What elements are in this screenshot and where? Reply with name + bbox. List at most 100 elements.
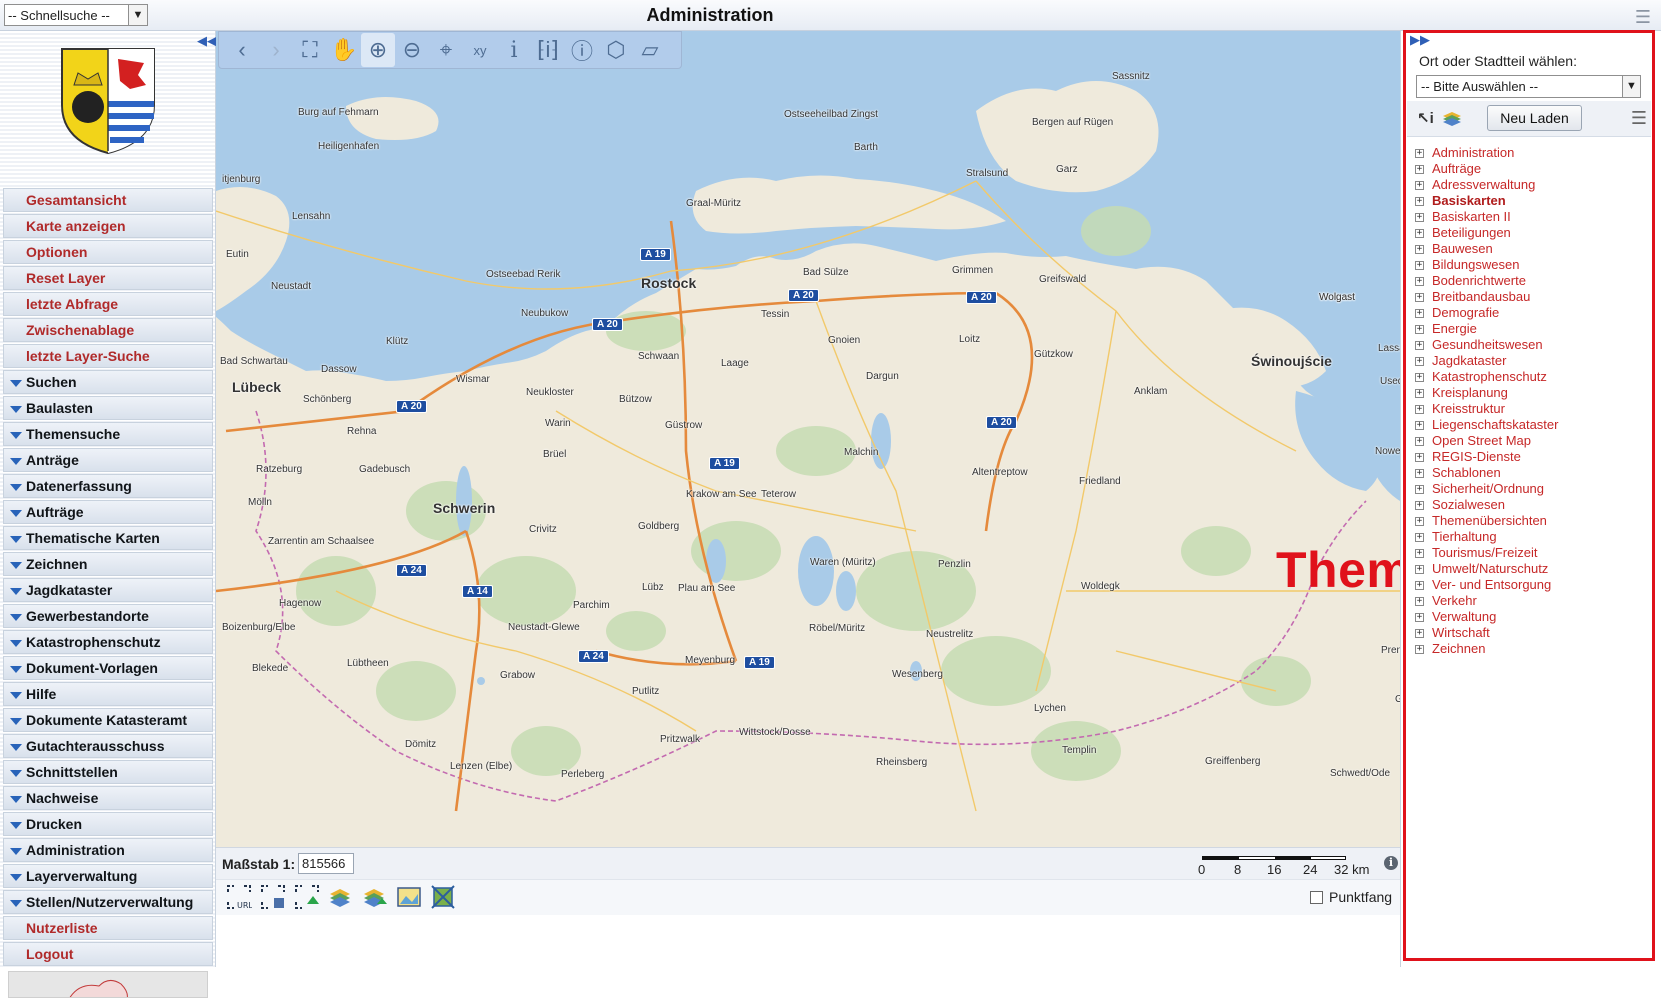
expand-plus-icon[interactable]: + — [1415, 564, 1424, 574]
frame-load-icon[interactable] — [294, 884, 320, 910]
tree-item-label[interactable]: Ver- und Entsorgung — [1432, 577, 1551, 593]
tree-item-label[interactable]: Administration — [1432, 145, 1514, 161]
hamburger-menu-icon[interactable]: ☰ — [1635, 7, 1651, 28]
nav-item[interactable]: Katastrophenschutz — [3, 630, 213, 654]
nav-item[interactable]: Gewerbestandorte — [3, 604, 213, 628]
expand-plus-icon[interactable]: + — [1415, 628, 1424, 638]
tree-item-label[interactable]: REGIS-Dienste — [1432, 449, 1521, 465]
nav-item[interactable]: Stellen/Nutzerverwaltung — [3, 890, 213, 914]
expand-plus-icon[interactable]: + — [1415, 484, 1424, 494]
expand-plus-icon[interactable]: + — [1415, 212, 1424, 222]
extent-icon[interactable] — [430, 884, 456, 910]
nav-item[interactable]: letzte Abfrage — [3, 292, 213, 316]
expand-plus-icon[interactable]: + — [1415, 612, 1424, 622]
nav-item[interactable]: Dokumente Katasteramt — [3, 708, 213, 732]
map-canvas[interactable] — [216, 31, 1400, 847]
tree-item-label[interactable]: Adressverwaltung — [1432, 177, 1535, 193]
tree-item-label[interactable]: Breitbandausbau — [1432, 289, 1530, 305]
nav-item[interactable]: Gutachterausschuss — [3, 734, 213, 758]
punktfang-checkbox[interactable]: Punktfang — [1310, 889, 1392, 905]
nav-item[interactable]: Thematische Karten — [3, 526, 213, 550]
tree-item[interactable]: + Verwaltung — [1415, 609, 1651, 625]
hamburger-menu-icon[interactable]: ☰ — [1631, 108, 1647, 129]
nav-item[interactable]: Dokument-Vorlagen — [3, 656, 213, 680]
expand-plus-icon[interactable]: + — [1415, 516, 1424, 526]
tree-item[interactable]: + Kreisplanung — [1415, 385, 1651, 401]
tree-item[interactable]: + Bildungswesen — [1415, 257, 1651, 273]
frame-save-icon[interactable] — [260, 884, 286, 910]
expand-plus-icon[interactable]: + — [1415, 308, 1424, 318]
tree-item[interactable]: + Bauwesen — [1415, 241, 1651, 257]
tree-item[interactable]: + Liegenschaftskataster — [1415, 417, 1651, 433]
nav-item[interactable]: Suchen — [3, 370, 213, 394]
info-icon[interactable]: i — [497, 33, 531, 67]
expand-plus-icon[interactable]: + — [1415, 532, 1424, 542]
expand-plus-icon[interactable]: + — [1415, 404, 1424, 414]
tree-item-label[interactable]: Basiskarten — [1432, 193, 1506, 209]
pan-hand-icon[interactable]: ✋ — [327, 33, 361, 67]
tree-item-label[interactable]: Jagdkataster — [1432, 353, 1506, 369]
tree-item[interactable]: + Jagdkataster — [1415, 353, 1651, 369]
collapse-left-icon[interactable]: ◀◀ — [197, 33, 217, 49]
expand-plus-icon[interactable]: + — [1415, 644, 1424, 654]
tree-item-label[interactable]: Gesundheitswesen — [1432, 337, 1543, 353]
tree-item-label[interactable]: Bodenrichtwerte — [1432, 273, 1526, 289]
full-extent-icon[interactable]: ⛶ — [293, 33, 327, 67]
tree-item[interactable]: + Gesundheitswesen — [1415, 337, 1651, 353]
expand-plus-icon[interactable]: + — [1415, 436, 1424, 446]
tree-item-label[interactable]: Energie — [1432, 321, 1477, 337]
info-circle-icon[interactable]: ⓘ — [565, 33, 599, 67]
zoom-out-icon[interactable]: ⊖ — [395, 33, 429, 67]
nav-item[interactable]: Datenerfassung — [3, 474, 213, 498]
tree-item[interactable]: + Umwelt/Naturschutz — [1415, 561, 1651, 577]
layers-icon[interactable] — [1442, 108, 1462, 128]
nav-item[interactable]: Baulasten — [3, 396, 213, 420]
tree-item[interactable]: + Breitbandausbau — [1415, 289, 1651, 305]
chevron-down-icon[interactable]: ▼ — [128, 5, 147, 25]
expand-plus-icon[interactable]: + — [1415, 372, 1424, 382]
tree-item[interactable]: + Schablonen — [1415, 465, 1651, 481]
tree-item-label[interactable]: Kreisplanung — [1432, 385, 1508, 401]
tree-item[interactable]: + Aufträge — [1415, 161, 1651, 177]
tree-item-label[interactable]: Kreisstruktur — [1432, 401, 1505, 417]
tree-item[interactable]: + Tierhaltung — [1415, 529, 1651, 545]
nav-item[interactable]: Optionen — [3, 240, 213, 264]
quick-search-select[interactable]: -- Schnellsuche -- ▼ — [4, 4, 148, 26]
forward-icon[interactable]: › — [259, 33, 293, 67]
cursor-info-icon[interactable]: ↖i — [1417, 109, 1434, 127]
expand-plus-icon[interactable]: + — [1415, 196, 1424, 206]
tree-item[interactable]: + Basiskarten II — [1415, 209, 1651, 225]
tree-item[interactable]: + Sicherheit/Ordnung — [1415, 481, 1651, 497]
tree-item[interactable]: + Bodenrichtwerte — [1415, 273, 1651, 289]
tree-item[interactable]: + Verkehr — [1415, 593, 1651, 609]
nav-item[interactable]: Jagdkataster — [3, 578, 213, 602]
scale-input[interactable]: 815566 — [298, 853, 354, 874]
layers-load-icon[interactable] — [362, 884, 388, 910]
map-image-icon[interactable] — [396, 884, 422, 910]
tree-item-label[interactable]: Sozialwesen — [1432, 497, 1505, 513]
tree-item-label[interactable]: Verkehr — [1432, 593, 1477, 609]
recenter-icon[interactable]: ⌖ — [429, 33, 463, 67]
tree-item-label[interactable]: Basiskarten II — [1432, 209, 1511, 225]
nav-item[interactable]: Themensuche — [3, 422, 213, 446]
tree-item[interactable]: + REGIS-Dienste — [1415, 449, 1651, 465]
coordinates-icon[interactable]: xy — [463, 33, 497, 67]
nav-item[interactable]: Nachweise — [3, 786, 213, 810]
expand-plus-icon[interactable]: + — [1415, 356, 1424, 366]
nav-item[interactable]: Logout — [3, 942, 213, 966]
expand-plus-icon[interactable]: + — [1415, 388, 1424, 398]
tree-item-label[interactable]: Beteiligungen — [1432, 225, 1511, 241]
nav-item[interactable]: Drucken — [3, 812, 213, 836]
nav-item[interactable]: Zeichnen — [3, 552, 213, 576]
tree-item-label[interactable]: Sicherheit/Ordnung — [1432, 481, 1544, 497]
expand-plus-icon[interactable]: + — [1415, 228, 1424, 238]
expand-plus-icon[interactable]: + — [1415, 148, 1424, 158]
tree-item-label[interactable]: Tourismus/Freizeit — [1432, 545, 1537, 561]
collapse-right-icon[interactable]: ▶▶ — [1410, 32, 1430, 48]
expand-plus-icon[interactable]: + — [1415, 580, 1424, 590]
tree-item-label[interactable]: Bauwesen — [1432, 241, 1493, 257]
map-viewport[interactable]: Sassnitz Burg auf Fehmarn Ostseeheilbad Zi… — [216, 31, 1400, 847]
nav-item[interactable]: Anträge — [3, 448, 213, 472]
nav-item[interactable]: Karte anzeigen — [3, 214, 213, 238]
tree-item[interactable]: + Sozialwesen — [1415, 497, 1651, 513]
